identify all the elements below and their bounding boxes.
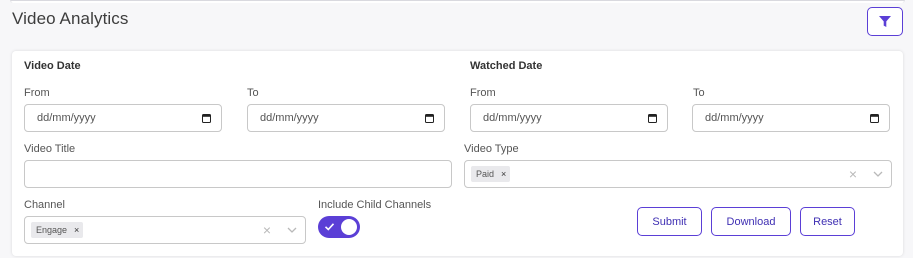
toggle-knob	[341, 219, 357, 235]
remove-tag-icon[interactable]: ×	[74, 225, 79, 235]
top-panel-edge	[10, 0, 905, 3]
check-icon	[324, 223, 335, 231]
video-title-input[interactable]	[24, 160, 452, 188]
watched-date-to-label: To	[693, 87, 705, 99]
selected-tag: Engage ×	[31, 222, 84, 238]
download-button[interactable]: Download	[711, 207, 791, 236]
watched-date-to-input[interactable]: dd/mm/yyyy	[692, 104, 890, 132]
remove-tag-icon[interactable]: ×	[501, 169, 506, 179]
video-type-select[interactable]: Paid × ×	[464, 160, 892, 188]
channel-select[interactable]: Engage × ×	[24, 216, 306, 244]
clear-selection-icon[interactable]: ×	[841, 166, 865, 182]
select-controls: ×	[255, 217, 305, 243]
chevron-down-icon[interactable]	[865, 171, 891, 177]
date-placeholder: dd/mm/yyyy	[483, 112, 542, 124]
calendar-icon[interactable]	[648, 113, 657, 123]
video-date-from-input[interactable]: dd/mm/yyyy	[24, 104, 222, 132]
page-title: Video Analytics	[12, 9, 129, 28]
channel-label: Channel	[24, 199, 65, 211]
video-date-heading: Video Date	[24, 60, 81, 72]
calendar-icon[interactable]	[202, 113, 211, 123]
filter-icon	[879, 16, 891, 27]
video-title-label: Video Title	[24, 143, 76, 155]
video-date-to-input[interactable]: dd/mm/yyyy	[247, 104, 445, 132]
include-child-channels-toggle[interactable]	[318, 216, 360, 238]
date-placeholder: dd/mm/yyyy	[705, 112, 764, 124]
chevron-down-icon[interactable]	[279, 227, 305, 233]
reset-button[interactable]: Reset	[800, 207, 855, 236]
filter-toggle-button[interactable]	[867, 7, 903, 36]
date-placeholder: dd/mm/yyyy	[260, 112, 319, 124]
filter-card: Video Date Watched Date From To From To …	[12, 51, 903, 256]
video-date-to-label: To	[247, 87, 259, 99]
include-child-channels-label: Include Child Channels	[318, 199, 432, 211]
tag-label: Paid	[476, 169, 495, 179]
video-type-label: Video Type	[464, 143, 519, 155]
video-date-from-label: From	[24, 87, 50, 99]
date-placeholder: dd/mm/yyyy	[37, 112, 96, 124]
selected-tag: Paid ×	[471, 166, 511, 182]
tag-label: Engage	[36, 225, 68, 235]
select-controls: ×	[841, 161, 891, 187]
watched-date-heading: Watched Date	[470, 60, 543, 72]
calendar-icon[interactable]	[870, 113, 879, 123]
calendar-icon[interactable]	[425, 113, 434, 123]
submit-button[interactable]: Submit	[637, 207, 702, 236]
watched-date-from-input[interactable]: dd/mm/yyyy	[470, 104, 668, 132]
watched-date-from-label: From	[470, 87, 496, 99]
clear-selection-icon[interactable]: ×	[255, 222, 279, 238]
